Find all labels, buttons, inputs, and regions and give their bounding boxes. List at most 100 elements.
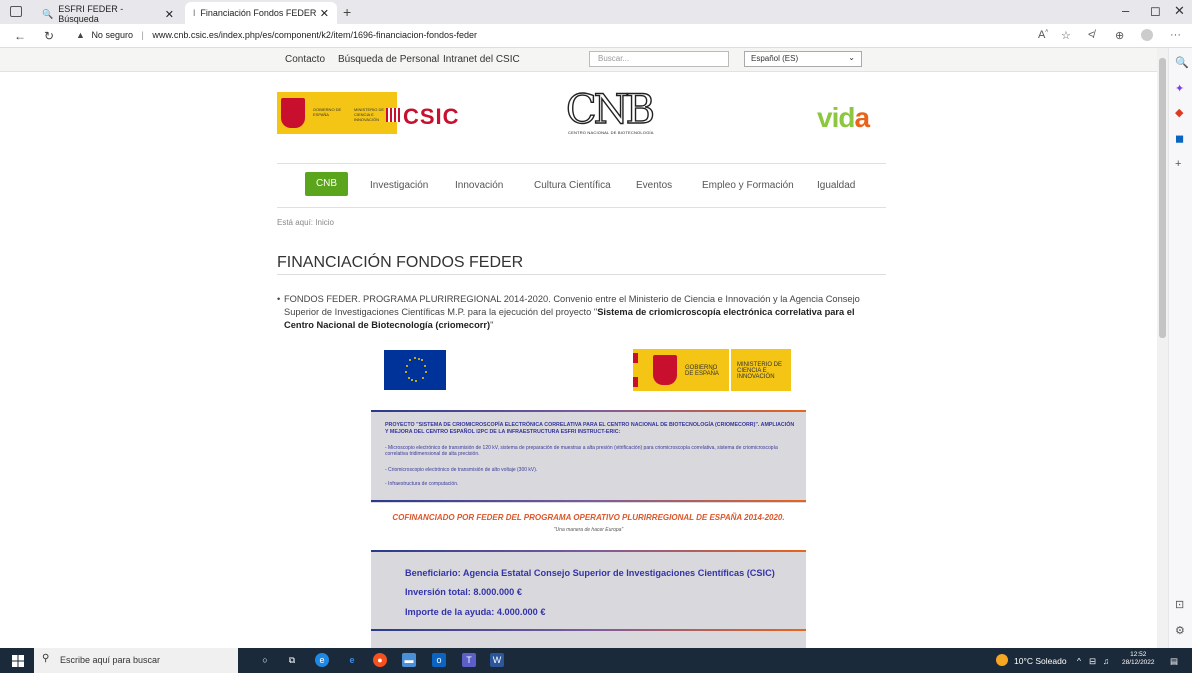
profile-avatar[interactable] (1141, 29, 1153, 41)
language-select[interactable]: Español (ES) ⌄ (744, 51, 862, 67)
poster-stripe (371, 550, 806, 552)
chevron-down-icon: ⌄ (848, 53, 855, 62)
breadcrumb-home-link[interactable]: Inicio (315, 218, 334, 227)
favorite-icon[interactable]: ☆ (1061, 29, 1071, 42)
divider (277, 163, 886, 164)
cnb-logo-text: CNB (565, 87, 655, 133)
restore-icon[interactable]: ◻ (1150, 3, 1161, 19)
taskbar-search-box[interactable]: ⚲ Escribe aquí para buscar (34, 648, 238, 673)
edge-icon[interactable]: e (315, 653, 329, 667)
tray-chevron-icon[interactable]: ^ (1077, 656, 1081, 666)
notifications-icon[interactable]: ▤ (1170, 656, 1178, 667)
nav-link-busqueda-personal[interactable]: Búsqueda de Personal (338, 54, 439, 65)
site-search-input[interactable]: Buscar... (589, 51, 729, 67)
word-icon[interactable]: W (490, 653, 504, 667)
cortana-icon[interactable]: ○ (258, 653, 272, 667)
tab-actions-icon[interactable] (10, 6, 22, 17)
shopping-icon[interactable]: ✦ (1175, 82, 1184, 95)
outlook-icon[interactable]: ◼ (1175, 132, 1184, 145)
taskbar-clock[interactable]: 12:52 28/12/2022 (1122, 651, 1155, 667)
split-screen-icon[interactable]: ⊡ (1175, 598, 1184, 611)
csic-logo-text: CSIC (403, 104, 460, 129)
tab-title: ESFRI FEDER - Búsqueda (58, 4, 124, 24)
poster-motto: "Una manera de hacer Europa" (553, 527, 624, 533)
menu-item-empleo-formacion[interactable]: Empleo y Formación (702, 180, 794, 191)
breadcrumb-label: Está aquí: (277, 218, 314, 227)
top-utility-nav: Contacto Búsqueda de Personal Intranet d… (0, 48, 1157, 72)
menu-item-cultura-cientifica[interactable]: Cultura Científica (534, 180, 611, 191)
add-icon[interactable]: + (1175, 158, 1181, 170)
banner-ministerio-text: MINISTERIO DE CIENCIA E INNOVACIÓN (737, 362, 783, 380)
language-value: Español (ES) (751, 54, 799, 63)
network-icon[interactable]: ⊟ (1089, 656, 1096, 667)
cnb-logo[interactable]: CNB CENTRO NACIONAL DE BIOTECNOLOGÍA (565, 87, 674, 140)
chrome-icon[interactable]: ● (373, 653, 387, 667)
poster-title: PROYECTO "SISTEMA DE CRIOMICROSCOPÍA ELE… (385, 422, 795, 435)
menu-item-eventos[interactable]: Eventos (636, 180, 672, 191)
gobierno-ministerio-logo[interactable]: GOBIERNO DE ESPAÑA MINISTERIO DE CIENCIA… (277, 92, 397, 134)
more-icon[interactable]: ··· (1170, 29, 1181, 41)
url-separator: | (141, 30, 144, 40)
minimize-icon[interactable]: – (1122, 3, 1129, 18)
bullet-end: " (490, 320, 494, 330)
menu-item-igualdad[interactable]: Igualdad (817, 180, 855, 191)
scrollbar-thumb[interactable] (1159, 58, 1166, 338)
url-field[interactable]: ▲ No seguro | www.cnb.csic.es/index.php/… (76, 30, 477, 40)
refresh-icon[interactable]: ↻ (44, 29, 54, 43)
vida-logo-text: vid (817, 102, 855, 133)
poster-ayuda: Importe de la ayuda: 4.000.000 € (405, 607, 546, 617)
poster-item: - Microscopio electrónico de transmisión… (385, 445, 778, 457)
poster-item: - Criomicroscopio electrónico de transmi… (385, 467, 538, 473)
volume-icon[interactable]: ♫ (1103, 656, 1109, 666)
clock-date: 28/12/2022 (1122, 659, 1155, 666)
settings-icon[interactable]: ⚙ (1175, 624, 1185, 637)
teams-icon[interactable]: T (462, 653, 476, 667)
new-tab-icon[interactable]: + (343, 4, 351, 20)
outlook-icon[interactable]: o (432, 653, 446, 667)
csic-logo[interactable]: CSIC (386, 104, 460, 130)
project-poster: PROYECTO "SISTEMA DE CRIOMICROSCOPÍA ELE… (371, 410, 806, 648)
weather-text[interactable]: 10°C Soleado (1014, 656, 1067, 666)
gobierno-ministerio-banner: GOBIERNO DE ESPAÑA MINISTERIO DE CIENCIA… (633, 349, 791, 391)
back-icon[interactable]: ← (14, 29, 26, 43)
close-window-icon[interactable]: ✕ (1174, 3, 1185, 19)
weather-sun-icon[interactable] (996, 654, 1008, 666)
divider (277, 207, 886, 208)
edge-sidebar: 🔍 ✦ ◆ ◼ + ⊡ ⚙ (1168, 48, 1192, 648)
tab-financiacion-feder[interactable]: ǀ Financiación Fondos FEDER ✕ (185, 2, 337, 24)
collections-icon[interactable]: ⊕ (1115, 29, 1124, 42)
browser-tab-strip: 🔍 ESFRI FEDER - Búsqueda ✕ ǀ Financiació… (0, 0, 1192, 24)
nav-link-intranet-csic[interactable]: Intranet del CSIC (443, 54, 520, 65)
poster-stripe (371, 629, 806, 631)
menu-item-innovacion[interactable]: Innovación (455, 180, 503, 191)
windows-start-icon[interactable] (12, 655, 24, 667)
search-icon: ⚲ (42, 653, 50, 664)
search-icon[interactable]: 🔍 (1175, 56, 1189, 69)
spain-flag-icon (633, 353, 638, 387)
poster-stripe (371, 500, 806, 502)
poster-item: - Infraestructura de computación. (385, 481, 459, 487)
windows-taskbar: ⚲ Escribe aquí para buscar ○ ⧉ e e ● ▬ o… (0, 648, 1192, 673)
menu-item-cnb[interactable]: CNB (305, 172, 348, 196)
task-view-icon[interactable]: ⧉ (285, 653, 299, 667)
favorites-bar-icon[interactable]: ≮ (1088, 29, 1094, 41)
bullet-marker: • (277, 294, 281, 304)
warning-icon: ▲ (76, 30, 85, 40)
tab-esfri-busqueda[interactable]: 🔍 ESFRI FEDER - Búsqueda ✕ (34, 4, 182, 24)
close-tab-icon[interactable]: ✕ (320, 7, 329, 20)
taskbar-search-placeholder: Escribe aquí para buscar (60, 655, 161, 665)
poster-stripe (371, 410, 806, 412)
poster-inversion: Inversión total: 8.000.000 € (405, 587, 522, 597)
close-tab-icon[interactable]: ✕ (165, 8, 174, 21)
read-aloud-icon[interactable]: Aᴬ (1038, 29, 1048, 41)
csic-bars-icon (386, 108, 400, 122)
vida-logo[interactable]: vida (817, 102, 870, 134)
nav-link-contacto[interactable]: Contacto (285, 54, 325, 65)
menu-item-investigacion[interactable]: Investigación (370, 180, 428, 191)
page-scrollbar[interactable] (1157, 48, 1168, 648)
file-explorer-icon[interactable]: ▬ (402, 653, 416, 667)
breadcrumb: Está aquí: Inicio (277, 218, 334, 227)
address-bar: ← ↻ ▲ No seguro | www.cnb.csic.es/index.… (0, 24, 1192, 48)
ie-icon[interactable]: e (345, 653, 359, 667)
office-icon[interactable]: ◆ (1175, 106, 1183, 119)
